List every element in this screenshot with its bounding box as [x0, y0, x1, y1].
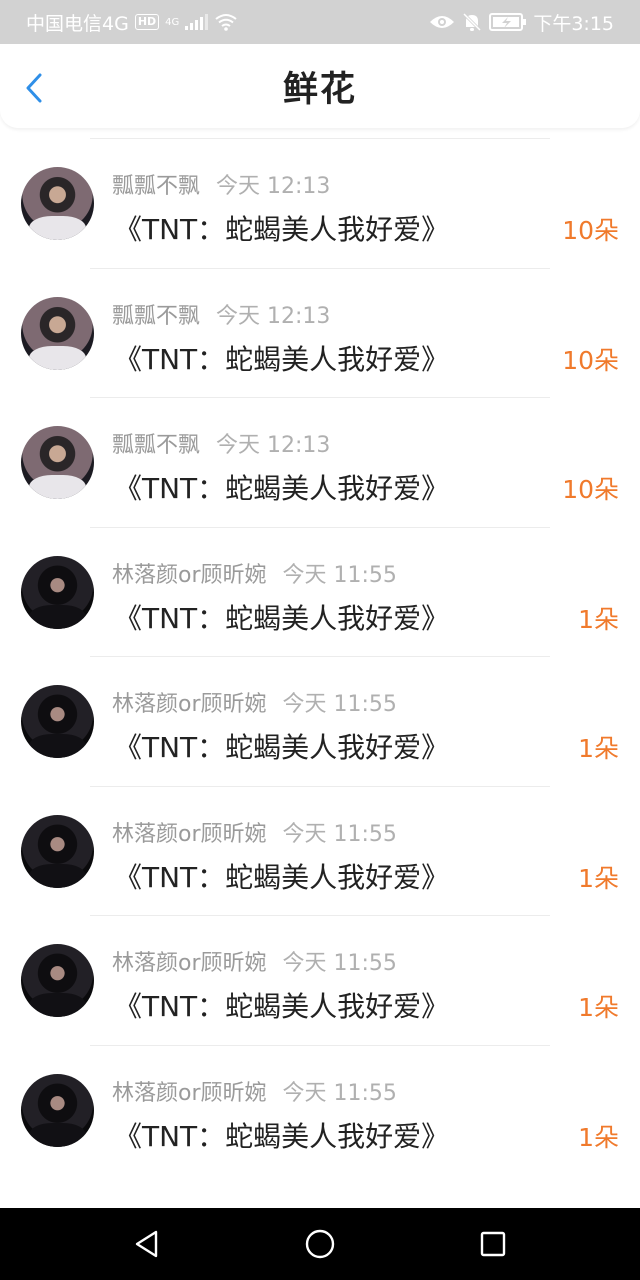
- timestamp-label: 今天 11:55: [282, 821, 397, 847]
- list-item[interactable]: 林落颜or顾昕婉 今天 11:55 《TNT：蛇蝎美人我好爱》 1朵: [0, 526, 640, 657]
- item-meta: 瓢瓢不飘 今天 12:13: [112, 427, 330, 459]
- work-title[interactable]: 《TNT：蛇蝎美人我好爱》: [114, 856, 449, 896]
- battery-icon: [489, 13, 527, 31]
- work-title[interactable]: 《TNT：蛇蝎美人我好爱》: [114, 208, 449, 248]
- username-label[interactable]: 林落颜or顾昕婉: [112, 563, 267, 588]
- timestamp-label: 今天 11:55: [282, 951, 397, 976]
- username-label[interactable]: 瓢瓢不飘: [112, 174, 200, 199]
- timestamp-label: 今天 12:13: [216, 303, 331, 329]
- network-type-label: 4G: [165, 16, 180, 28]
- back-triangle-icon: [135, 1230, 157, 1258]
- flower-count: 1朵: [578, 1122, 619, 1152]
- flower-count: 10朵: [562, 475, 619, 504]
- avatar[interactable]: [21, 296, 94, 370]
- home-circle-icon: [305, 1229, 335, 1259]
- list-item[interactable]: 林落颜or顾昕婉 今天 11:55 《TNT：蛇蝎美人我好爱》 1朵: [0, 785, 640, 916]
- flower-count: 10朵: [562, 216, 619, 245]
- flower-count: 1朵: [578, 863, 619, 893]
- chevron-left-icon: [26, 73, 42, 103]
- item-meta: 林落颜or顾昕婉 今天 11:55: [112, 686, 397, 718]
- back-button[interactable]: [16, 70, 52, 106]
- item-meta: 林落颜or顾昕婉 今天 11:55: [112, 945, 397, 977]
- timestamp-label: 今天 12:13: [216, 433, 331, 458]
- list-item[interactable]: 林落颜or顾昕婉 今天 11:55 《TNT：蛇蝎美人我好爱》 1朵: [0, 915, 640, 1045]
- clock-label: 下午3:15: [533, 12, 614, 35]
- nav-back-button[interactable]: [123, 1220, 171, 1268]
- item-meta: 瓢瓢不飘 今天 12:13: [112, 298, 330, 330]
- signal-icon: [185, 14, 209, 30]
- list-item[interactable]: 瓢瓢不飘 今天 12:13 《TNT：蛇蝎美人我好爱》 10朵: [0, 397, 640, 527]
- username-label[interactable]: 林落颜or顾昕婉: [112, 1081, 267, 1106]
- list-item[interactable]: 瓢瓢不飘 今天 12:13 《TNT：蛇蝎美人我好爱》 10朵: [0, 138, 640, 268]
- item-meta: 林落颜or顾昕婉 今天 11:55: [112, 1075, 397, 1107]
- flower-list: 瓢瓢不飘 今天 12:13 《TNT：蛇蝎美人我好爱》 10朵 瓢瓢不飘 今天 12:13…: [0, 138, 640, 1174]
- avatar[interactable]: [21, 167, 94, 240]
- hd-badge: HD: [134, 14, 160, 30]
- avatar[interactable]: [21, 1073, 94, 1147]
- flower-count: 1朵: [578, 993, 619, 1022]
- flower-count: 1朵: [578, 604, 619, 634]
- list-item[interactable]: 瓢瓢不飘 今天 12:13 《TNT：蛇蝎美人我好爱》 10朵: [0, 267, 640, 398]
- work-title[interactable]: 《TNT：蛇蝎美人我好爱》: [114, 985, 449, 1025]
- username-label[interactable]: 林落颜or顾昕婉: [112, 692, 267, 717]
- timestamp-label: 今天 11:55: [282, 692, 397, 717]
- avatar[interactable]: [21, 426, 94, 499]
- work-title[interactable]: 《TNT：蛇蝎美人我好爱》: [114, 338, 449, 378]
- avatar[interactable]: [21, 814, 94, 888]
- work-title[interactable]: 《TNT：蛇蝎美人我好爱》: [114, 726, 449, 766]
- work-title[interactable]: 《TNT：蛇蝎美人我好爱》: [114, 467, 449, 507]
- avatar[interactable]: [21, 944, 94, 1017]
- timestamp-label: 今天 11:55: [282, 562, 397, 588]
- username-label[interactable]: 林落颜or顾昕婉: [112, 822, 267, 847]
- recents-square-icon: [481, 1231, 506, 1257]
- carrier-label: 中国电信4G: [26, 12, 129, 35]
- status-left: 中国电信4G HD 4G: [26, 9, 238, 36]
- flower-count: 1朵: [578, 734, 619, 763]
- mute-icon: [463, 12, 482, 32]
- wifi-icon: [215, 14, 237, 31]
- status-right: 下午3:15: [429, 9, 614, 36]
- list-item[interactable]: 林落颜or顾昕婉 今天 11:55 《TNT：蛇蝎美人我好爱》 1朵: [0, 1044, 640, 1175]
- page-title: 鲜花: [282, 69, 357, 110]
- work-title[interactable]: 《TNT：蛇蝎美人我好爱》: [114, 597, 449, 637]
- username-label[interactable]: 林落颜or顾昕婉: [112, 951, 267, 976]
- header: 鲜花: [0, 44, 640, 128]
- flower-count: 10朵: [562, 345, 619, 375]
- list-item[interactable]: 林落颜or顾昕婉 今天 11:55 《TNT：蛇蝎美人我好爱》 1朵: [0, 656, 640, 786]
- item-meta: 瓢瓢不飘 今天 12:13: [112, 168, 330, 200]
- username-label[interactable]: 瓢瓢不飘: [112, 304, 200, 329]
- item-meta: 林落颜or顾昕婉 今天 11:55: [112, 816, 397, 848]
- timestamp-label: 今天 11:55: [282, 1080, 397, 1106]
- navigation-bar: [0, 1208, 640, 1280]
- username-label[interactable]: 瓢瓢不飘: [112, 433, 200, 458]
- screen: 中国电信4G HD 4G 下午3:15 鲜花 瓢瓢不飘 今天 12:13 《TN…: [0, 0, 640, 1280]
- avatar[interactable]: [21, 555, 94, 629]
- nav-home-button[interactable]: [296, 1220, 344, 1268]
- item-meta: 林落颜or顾昕婉 今天 11:55: [112, 557, 397, 589]
- avatar[interactable]: [21, 685, 94, 758]
- timestamp-label: 今天 12:13: [216, 174, 331, 199]
- status-bar: 中国电信4G HD 4G 下午3:15: [0, 0, 640, 44]
- eye-icon: [430, 16, 455, 28]
- work-title[interactable]: 《TNT：蛇蝎美人我好爱》: [114, 1115, 449, 1155]
- nav-recents-button[interactable]: [469, 1220, 517, 1268]
